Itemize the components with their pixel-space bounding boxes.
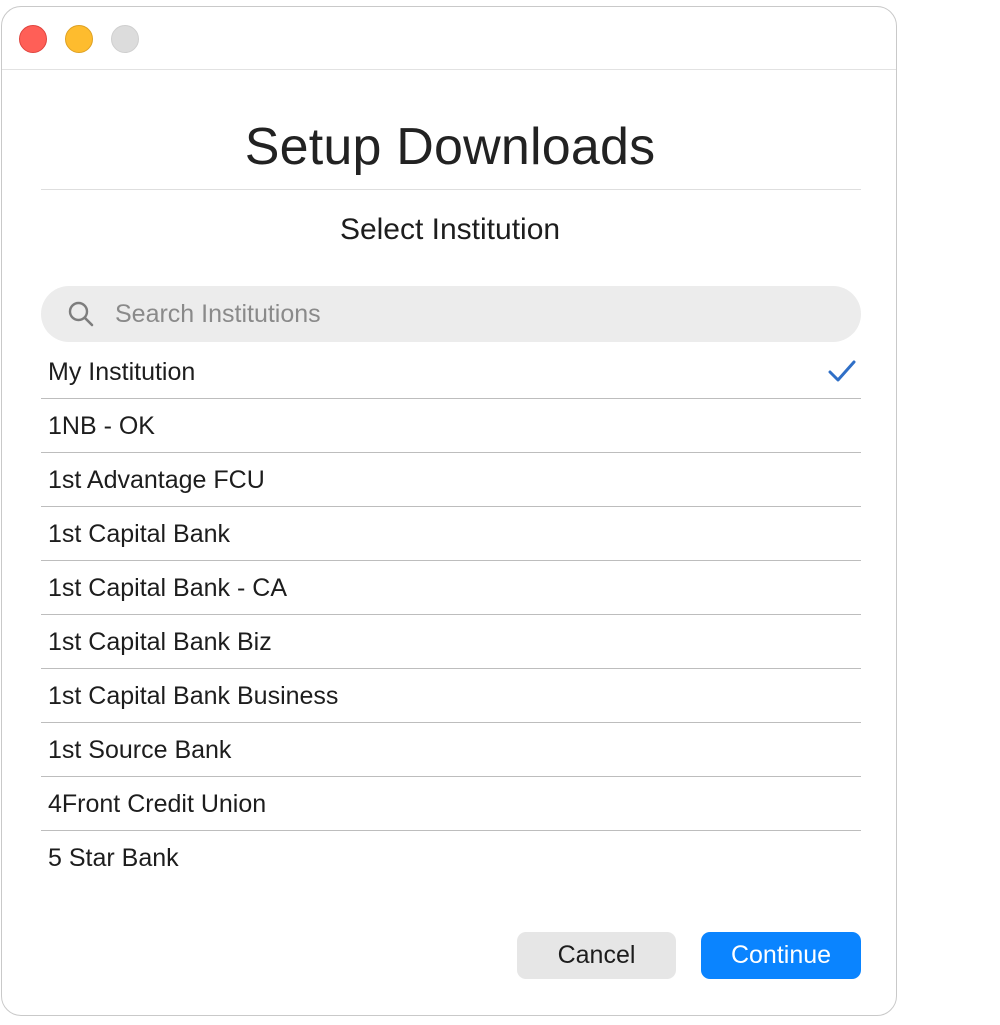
setup-downloads-dialog: Setup Downloads Select Institution My In… bbox=[1, 6, 897, 1016]
list-item[interactable]: 4Front Credit Union bbox=[41, 777, 861, 831]
institution-label: 4Front Credit Union bbox=[48, 790, 267, 818]
continue-button[interactable]: Continue bbox=[701, 932, 861, 979]
list-item[interactable]: 5 Star Bank bbox=[41, 831, 861, 885]
list-item[interactable]: 1st Capital Bank Biz bbox=[41, 615, 861, 669]
institution-label: 1st Capital Bank Business bbox=[48, 682, 339, 710]
institution-label: 1st Advantage FCU bbox=[48, 466, 265, 494]
institution-label: My Institution bbox=[48, 358, 196, 386]
list-item[interactable]: 1NB - OK bbox=[41, 399, 861, 453]
search-input[interactable] bbox=[115, 286, 835, 342]
search-icon bbox=[68, 301, 94, 327]
list-item[interactable]: 1st Capital Bank Business bbox=[41, 669, 861, 723]
list-item[interactable]: 1st Capital Bank - CA bbox=[41, 561, 861, 615]
institution-label: 1st Capital Bank bbox=[48, 520, 231, 548]
list-item[interactable]: My Institution bbox=[41, 345, 861, 399]
list-item[interactable]: 1st Capital Bank bbox=[41, 507, 861, 561]
search-field[interactable] bbox=[41, 286, 861, 342]
title-bar bbox=[2, 7, 896, 70]
institution-label: 1st Capital Bank Biz bbox=[48, 628, 272, 656]
institution-list: My Institution 1NB - OK 1st Advantage FCU 1… bbox=[41, 345, 861, 885]
minimize-window-button[interactable] bbox=[65, 25, 93, 53]
cancel-button[interactable]: Cancel bbox=[517, 932, 676, 979]
institution-label: 1NB - OK bbox=[48, 412, 155, 440]
list-item[interactable]: 1st Advantage FCU bbox=[41, 453, 861, 507]
institution-label: 5 Star Bank bbox=[48, 844, 179, 872]
institution-label: 1st Capital Bank - CA bbox=[48, 574, 287, 602]
list-item[interactable]: 1st Source Bank bbox=[41, 723, 861, 777]
title-divider bbox=[41, 189, 861, 190]
zoom-window-button bbox=[111, 25, 139, 53]
dialog-title: Setup Downloads bbox=[244, 118, 656, 176]
institution-label: 1st Source Bank bbox=[48, 736, 232, 764]
checkmark-icon bbox=[828, 360, 856, 382]
dialog-subtitle: Select Institution bbox=[339, 213, 561, 246]
close-window-button[interactable] bbox=[19, 25, 47, 53]
